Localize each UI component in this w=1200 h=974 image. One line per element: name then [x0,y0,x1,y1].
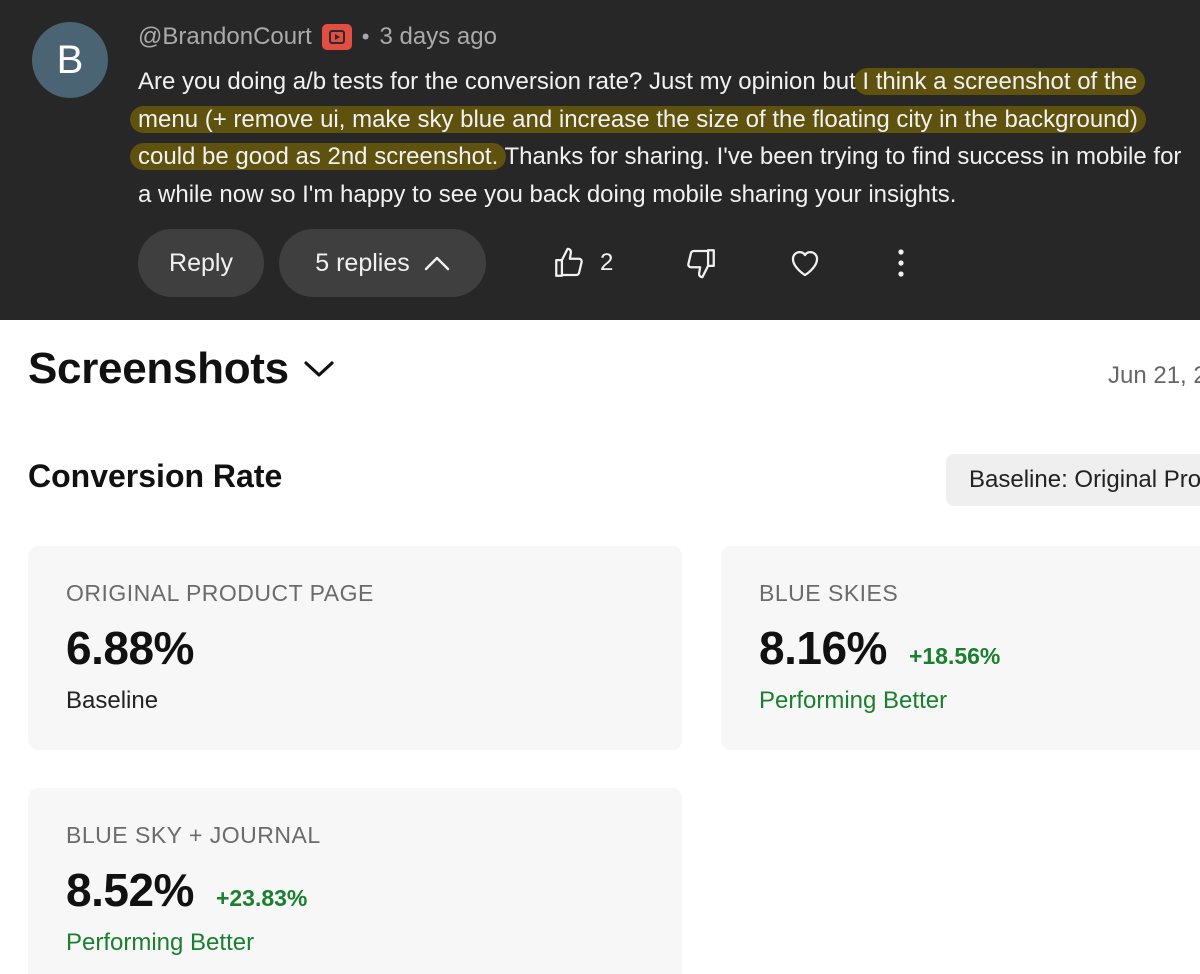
comment-actions: Reply 5 replies 2 [138,229,1188,297]
variant-metric: 6.88% [66,621,682,675]
author-handle[interactable]: @BrandonCourt [138,23,312,51]
conversion-rate-value: 6.88% [66,622,194,674]
conversion-rate-value: 8.52% [66,864,194,916]
comment-text-part1: Are you doing a/b tests for the conversi… [138,68,856,95]
heart-icon [791,250,819,277]
variant-card: BLUE SKIES 8.16% +18.56% Performing Bett… [721,546,1200,750]
conversion-rate-delta: +23.83% [215,885,308,911]
thumbs-up-icon [555,247,583,277]
meta-separator: • [361,24,370,49]
more-vertical-icon [898,249,904,277]
comment-time[interactable]: 3 days ago [380,23,497,51]
avatar[interactable]: B [32,22,108,98]
replies-toggle-label: 5 replies [315,248,410,277]
variant-status: Performing Better [759,687,948,714]
date-range[interactable]: Jun 21, 2 [1108,362,1200,390]
youtube-creator-badge-icon [321,24,352,50]
conversion-rate-delta: +18.56% [908,643,1001,669]
variant-name: BLUE SKY + JOURNAL [66,822,321,848]
heart-button[interactable] [788,229,822,297]
comment-meta: @BrandonCourt • 3 days ago [138,22,497,52]
section-title: Conversion Rate [28,458,283,494]
comment-card: B @BrandonCourt • 3 days ago Are you doi… [0,0,1200,320]
page-title: Screenshots [28,344,289,393]
replies-toggle-button[interactable]: 5 replies [279,229,486,297]
variant-card: ORIGINAL PRODUCT PAGE 6.88% Baseline [28,546,682,750]
chevron-down-icon [304,361,334,377]
baseline-select[interactable]: Baseline: Original Pro [946,454,1200,506]
variant-name: BLUE SKIES [759,580,899,606]
variant-card: BLUE SKY + JOURNAL 8.52% +23.83% Perform… [28,788,682,974]
page-title-dropdown[interactable]: Screenshots [28,344,335,394]
like-count: 2 [600,249,614,276]
thumbs-down-icon [687,249,715,279]
variant-status: Performing Better [66,929,255,956]
chevron-up-icon [424,256,449,271]
reply-button[interactable]: Reply [138,229,264,297]
like-button[interactable]: 2 [552,229,613,297]
reply-button-label: Reply [169,248,233,277]
variant-metric: 8.52% +23.83% [66,863,682,917]
variant-name: ORIGINAL PRODUCT PAGE [66,580,374,606]
dislike-button[interactable] [684,229,718,297]
more-options-button[interactable] [896,229,906,297]
variant-metric: 8.16% +18.56% [759,621,1200,675]
variant-status: Baseline [66,687,159,714]
comment-text: Are you doing a/b tests for the conversi… [130,63,1188,213]
conversion-rate-value: 8.16% [759,622,887,674]
